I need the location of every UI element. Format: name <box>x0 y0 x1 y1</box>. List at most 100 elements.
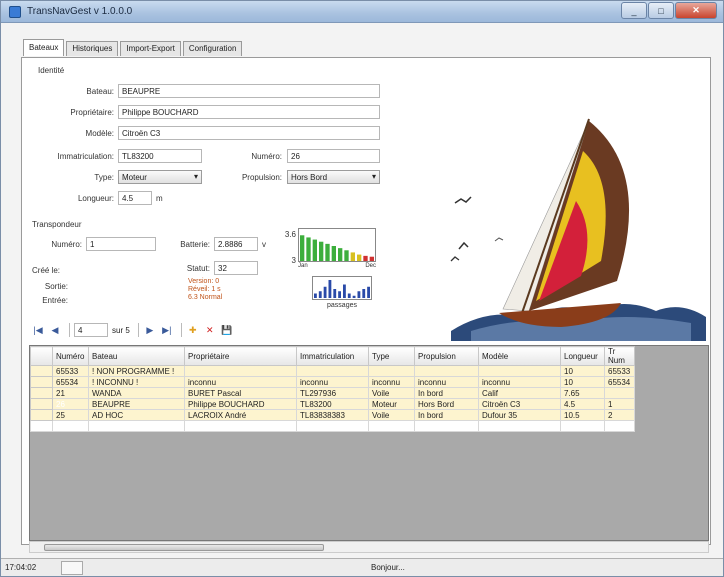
horizontal-scrollbar[interactable] <box>29 541 709 553</box>
delete-record-button[interactable]: ✕ <box>203 322 217 338</box>
table-cell[interactable]: inconnu <box>184 376 297 388</box>
add-record-button[interactable]: ✚ <box>186 322 200 338</box>
table-cell[interactable]: TL83838383 <box>296 409 369 421</box>
table-cell[interactable]: 65534 <box>52 376 89 388</box>
table-cell[interactable]: 21 <box>52 387 89 399</box>
last-record-button[interactable]: ▶| <box>160 322 174 338</box>
table-cell[interactable]: 10 <box>560 376 605 388</box>
column-header[interactable]: Tr Num <box>604 346 635 366</box>
table-cell[interactable]: 65534 <box>604 376 635 388</box>
table-cell[interactable] <box>414 365 479 377</box>
table-cell[interactable]: inconnu <box>478 376 561 388</box>
tab-historiques[interactable]: Historiques <box>66 41 119 56</box>
first-record-button[interactable]: |◀ <box>31 322 45 338</box>
column-header[interactable]: Numéro <box>52 346 89 366</box>
proprietaire-field[interactable]: Philippe BOUCHARD <box>118 105 380 119</box>
transpondeur-numero-field[interactable]: 1 <box>86 237 156 251</box>
row-header[interactable] <box>30 376 53 388</box>
table-row[interactable]: 21 WANDA BURET Pascal TL297936 Voile In bord C… <box>30 387 635 399</box>
table-cell[interactable]: 10.5 <box>560 409 605 421</box>
table-cell[interactable] <box>604 387 635 399</box>
batterie-field[interactable]: 2.8886 <box>214 237 258 251</box>
table-row[interactable]: 65533! NON PROGRAMME ! 10 65533 <box>30 365 635 377</box>
table-cell[interactable]: Citroën C3 <box>478 398 561 410</box>
column-header[interactable]: Propriétaire <box>184 346 297 366</box>
bateau-field[interactable]: BEAUPRE <box>118 84 380 98</box>
table-cell[interactable]: 7.65 <box>560 387 605 399</box>
table-cell[interactable] <box>30 420 53 432</box>
table-cell[interactable]: 4.5 <box>560 398 605 410</box>
column-header[interactable]: Bateau <box>88 346 185 366</box>
table-cell[interactable]: 10 <box>560 365 605 377</box>
table-cell[interactable]: BURET Pascal <box>184 387 297 399</box>
column-header[interactable]: Longueur <box>560 346 605 366</box>
tab-configuration[interactable]: Configuration <box>182 41 243 56</box>
table-cell[interactable]: 65533 <box>52 365 89 377</box>
table-cell[interactable]: LACROIX André <box>184 409 297 421</box>
table-cell[interactable]: inconnu <box>296 376 369 388</box>
table-row[interactable]: 26 BEAUPRE Philippe BOUCHARD TL83200 Moteur H… <box>30 398 635 410</box>
table-cell[interactable] <box>478 365 561 377</box>
table-cell[interactable] <box>296 365 369 377</box>
prev-record-button[interactable]: ◀ <box>48 322 62 338</box>
table-cell[interactable]: Hors Bord <box>414 398 479 410</box>
propulsion-select[interactable]: Hors Bord ▾ <box>287 170 380 184</box>
column-header[interactable]: Type <box>368 346 415 366</box>
table-cell[interactable]: WANDA <box>88 387 185 399</box>
table-cell[interactable]: TL83200 <box>296 398 369 410</box>
table-cell[interactable]: TL297936 <box>296 387 369 399</box>
table-cell[interactable] <box>368 365 415 377</box>
modele-field[interactable]: Citroën C3 <box>118 126 380 140</box>
row-header[interactable] <box>30 409 53 421</box>
table-row[interactable]: 25 AD HOC LACROIX André TL83838383 Voile In b… <box>30 409 635 421</box>
table-cell[interactable]: In bord <box>414 409 479 421</box>
table-cell[interactable]: Dufour 35 <box>478 409 561 421</box>
table-cell[interactable]: inconnu <box>368 376 415 388</box>
table-cell[interactable] <box>296 420 369 432</box>
table-cell[interactable]: Voile <box>368 387 415 399</box>
type-select[interactable]: Moteur ▾ <box>118 170 202 184</box>
column-header[interactable]: Immatriculation <box>296 346 369 366</box>
statut-field[interactable]: 32 <box>214 261 258 275</box>
table-cell[interactable] <box>184 365 297 377</box>
table-cell[interactable]: 1 <box>604 398 635 410</box>
table-cell[interactable]: Moteur <box>368 398 415 410</box>
table-cell[interactable] <box>604 420 635 432</box>
table-cell[interactable] <box>560 420 605 432</box>
numero-field[interactable]: 26 <box>287 149 380 163</box>
table-cell[interactable]: 26 <box>52 398 89 410</box>
save-button[interactable]: 💾 <box>220 322 234 338</box>
table-cell[interactable] <box>184 420 297 432</box>
column-header[interactable]: Propulsion <box>414 346 479 366</box>
table-cell[interactable]: AD HOC <box>88 409 185 421</box>
table-cell[interactable] <box>88 420 185 432</box>
table-cell[interactable] <box>478 420 561 432</box>
table-cell[interactable]: Voile <box>368 409 415 421</box>
next-record-button[interactable]: ▶ <box>143 322 157 338</box>
table-cell[interactable]: ! NON PROGRAMME ! <box>88 365 185 377</box>
maximize-button[interactable]: □ <box>648 2 674 19</box>
longueur-field[interactable]: 4.5 <box>118 191 152 205</box>
minimize-button[interactable]: _ <box>621 2 647 19</box>
close-button[interactable]: ✕ <box>675 2 717 19</box>
table-cell[interactable]: ! INCONNU ! <box>88 376 185 388</box>
tab-import-export[interactable]: Import-Export <box>120 41 181 56</box>
table-cell[interactable] <box>368 420 415 432</box>
table-cell[interactable] <box>52 420 89 432</box>
table-cell[interactable]: 2 <box>604 409 635 421</box>
immatriculation-field[interactable]: TL83200 <box>118 149 202 163</box>
table-cell[interactable]: 65533 <box>604 365 635 377</box>
new-row[interactable] <box>30 420 635 432</box>
row-header[interactable] <box>30 398 53 410</box>
title-bar[interactable]: TransNavGest v 1.0.0.0 _ □ ✕ <box>1 1 723 23</box>
table-cell[interactable] <box>414 420 479 432</box>
column-header[interactable]: Modèle <box>478 346 561 366</box>
table-cell[interactable]: 25 <box>52 409 89 421</box>
position-field[interactable]: 4 <box>74 323 108 337</box>
scrollbar-thumb[interactable] <box>44 544 324 551</box>
table-cell[interactable]: Calif <box>478 387 561 399</box>
table-cell[interactable]: In bord <box>414 387 479 399</box>
table-cell[interactable]: Philippe BOUCHARD <box>184 398 297 410</box>
row-header[interactable] <box>30 387 53 399</box>
table-row[interactable]: 65534! INCONNU ! inconnu inconnu inconnu inc… <box>30 376 635 388</box>
